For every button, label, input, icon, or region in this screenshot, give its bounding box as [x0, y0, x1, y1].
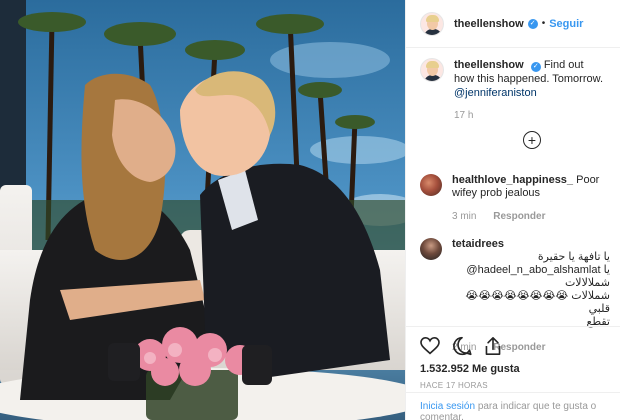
photo-illustration	[0, 0, 405, 420]
header-username[interactable]: theellenshow	[454, 18, 524, 30]
post-photo[interactable]	[0, 0, 405, 420]
post-timestamp: HACE 17 HORAS	[420, 381, 488, 390]
avatar-body	[424, 28, 442, 35]
likes-count[interactable]: 1.532.952 Me gusta	[420, 363, 607, 375]
caption-text-block: theellenshow ✓ Find out how this happene…	[454, 58, 604, 100]
reply-button[interactable]: Responder	[493, 211, 545, 222]
comment-username[interactable]: healthlove_happiness_	[452, 174, 573, 186]
login-prompt: Inicia sesión para indicar que te gusta …	[406, 392, 620, 420]
plus-circle-icon[interactable]: +	[523, 131, 541, 149]
action-icons	[420, 335, 607, 357]
commenter-avatar[interactable]	[420, 174, 442, 196]
comment-username[interactable]: tetaidrees	[452, 238, 504, 250]
post-header: theellenshow ✓ • Seguir	[406, 0, 620, 48]
action-bar: 1.532.952 Me gusta HACE 17 HORAS	[406, 326, 620, 390]
share-icon[interactable]	[484, 336, 502, 356]
comment-text-line: يا تافهة يا حقيرة	[537, 251, 610, 263]
comment-meta: 3 min Responder	[452, 210, 610, 223]
caption-username[interactable]: theellenshow	[454, 59, 524, 71]
caption-mention-link[interactable]: @jenniferaniston	[454, 87, 537, 99]
post-caption: theellenshow ✓ Find out how this happene…	[420, 58, 606, 100]
avatar-hair	[426, 14, 439, 22]
comment-item: healthlove_happiness_ Poor wifey prob je…	[420, 174, 610, 223]
commenter-avatar[interactable]	[420, 238, 442, 260]
comments-section: theellenshow ✓ Find out how this happene…	[406, 58, 620, 149]
avatar-body	[424, 75, 442, 81]
heart-icon[interactable]	[420, 337, 440, 355]
instagram-post-window: theellenshow ✓ • Seguir theellenshow ✓ F…	[0, 0, 620, 420]
comment-icon[interactable]	[452, 336, 472, 356]
login-link[interactable]: Inicia sesión	[420, 401, 475, 412]
post-side-panel: theellenshow ✓ • Seguir theellenshow ✓ F…	[405, 0, 620, 420]
comment-text-line: شملالات 😭😭😭😭😭😭😭😭 قلبي	[465, 290, 610, 315]
follow-button[interactable]: Seguir	[549, 18, 583, 30]
comment-text-line: @hadeel_n_abo_alshamlat يا شملالالات	[466, 264, 610, 289]
avatar[interactable]	[420, 11, 444, 36]
verified-badge-icon: ✓	[527, 18, 538, 29]
caption-timestamp: 17 h	[454, 110, 474, 121]
comment-time: 3 min	[452, 211, 477, 222]
caption-avatar[interactable]	[420, 58, 444, 82]
avatar-hair	[426, 61, 439, 68]
verified-badge-icon: ✓	[530, 62, 541, 72]
separator-dot: •	[541, 18, 546, 29]
comment-body: healthlove_happiness_ Poor wifey prob je…	[452, 174, 610, 223]
